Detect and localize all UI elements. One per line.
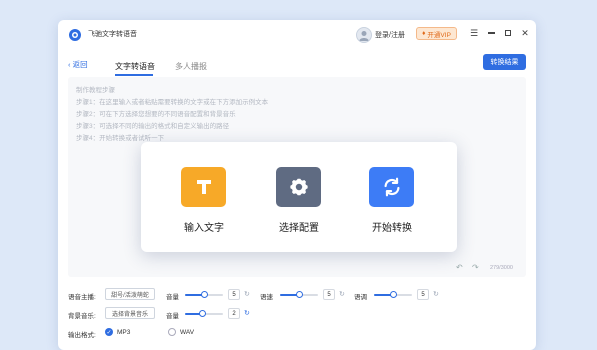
bgm-volume-label: 音量 xyxy=(166,313,179,320)
hint-line: 步骤1：在这里输入或者粘贴需要转换的文字或在下方添加示例文本 xyxy=(76,99,269,106)
active-tab-indicator xyxy=(115,74,153,76)
tab-text-to-speech[interactable]: 文字转语音 xyxy=(115,61,155,72)
step-input-text xyxy=(181,167,226,207)
format-option-mp3[interactable]: ✓ MP3 xyxy=(105,328,130,336)
reset-pitch-icon[interactable]: ↻ xyxy=(433,290,439,298)
login-link[interactable]: 登录/注册 xyxy=(375,30,405,40)
format-mp3-label: MP3 xyxy=(117,328,131,336)
redo-icon[interactable]: ↷ xyxy=(472,263,479,272)
speed-value[interactable]: 5 xyxy=(323,289,335,300)
volume-label: 音量 xyxy=(166,294,179,301)
bgm-volume-value[interactable]: 2 xyxy=(228,308,240,319)
menu-icon[interactable]: ☰ xyxy=(468,27,480,39)
undo-icon[interactable]: ↶ xyxy=(456,263,463,272)
bgm-select[interactable]: 选择背景音乐 xyxy=(105,307,155,319)
steps-guide-card: 输入文字 选择配置 开始转换 xyxy=(141,142,457,252)
convert-result-button[interactable]: 转换结果 xyxy=(483,54,526,70)
step-select-config xyxy=(276,167,321,207)
format-wav-label: WAV xyxy=(180,328,195,336)
close-icon[interactable]: ✕ xyxy=(519,27,531,39)
radio-unchecked-icon xyxy=(168,328,176,336)
pitch-knob[interactable] xyxy=(390,291,397,298)
speed-label: 语速 xyxy=(260,294,273,301)
bgm-volume-slider[interactable] xyxy=(185,310,223,317)
tab-multi-speaker[interactable]: 多人播报 xyxy=(175,61,207,72)
app-title: 飞驰文字转语音 xyxy=(88,31,137,38)
minimize-icon[interactable] xyxy=(485,27,497,39)
reset-bgm-volume-icon[interactable]: ↻ xyxy=(244,309,250,317)
pitch-value[interactable]: 5 xyxy=(417,289,429,300)
step-input-text-label: 输入文字 xyxy=(184,223,224,234)
step-select-config-label: 选择配置 xyxy=(279,223,319,234)
chevron-left-icon: ‹ xyxy=(68,60,71,69)
vip-label: 开通VIP xyxy=(427,31,451,39)
text-t-icon xyxy=(181,167,226,207)
app-logo-icon xyxy=(69,29,81,41)
radio-checked-icon: ✓ xyxy=(105,328,113,336)
reset-speed-icon[interactable]: ↻ xyxy=(339,290,345,298)
hint-line: 制作教程步骤 xyxy=(76,87,115,94)
format-option-wav[interactable]: WAV xyxy=(168,328,194,336)
step-start-convert-label: 开始转换 xyxy=(372,223,412,234)
maximize-icon[interactable] xyxy=(502,27,514,39)
hint-line: 步骤3：可选择不同的输出的格式和自定义输出的路径 xyxy=(76,123,230,130)
reset-volume-icon[interactable]: ↻ xyxy=(244,290,250,298)
vip-button[interactable]: ♦ 开通VIP xyxy=(416,27,457,40)
gear-icon xyxy=(276,167,321,207)
pitch-label: 语调 xyxy=(354,294,367,301)
user-icon xyxy=(359,31,369,41)
volume-knob[interactable] xyxy=(201,291,208,298)
pitch-slider[interactable] xyxy=(374,291,412,298)
voice-select[interactable]: 甜号/活泼萌蛇 xyxy=(105,288,155,300)
char-counter: 279/3000 xyxy=(490,265,513,271)
convert-arrows-icon xyxy=(369,167,414,207)
avatar[interactable] xyxy=(356,27,372,43)
back-link[interactable]: ‹ 返回 xyxy=(68,59,88,70)
volume-value[interactable]: 5 xyxy=(228,289,240,300)
hint-line: 步骤4：开始转换或者试听一下 xyxy=(76,135,165,142)
step-start-convert xyxy=(369,167,414,207)
voice-label: 语音主播: xyxy=(68,294,96,301)
hint-line: 步骤2：可在下方选择您想要的不同语音配置和背景音乐 xyxy=(76,111,236,118)
bgm-label: 背景音乐: xyxy=(68,313,96,320)
format-label: 输出格式: xyxy=(68,332,96,339)
bgm-volume-knob[interactable] xyxy=(199,310,207,317)
speed-slider[interactable] xyxy=(280,291,318,298)
volume-slider[interactable] xyxy=(185,291,223,298)
speed-knob[interactable] xyxy=(296,291,303,298)
diamond-icon: ♦ xyxy=(422,30,426,37)
back-label: 返回 xyxy=(72,60,88,69)
